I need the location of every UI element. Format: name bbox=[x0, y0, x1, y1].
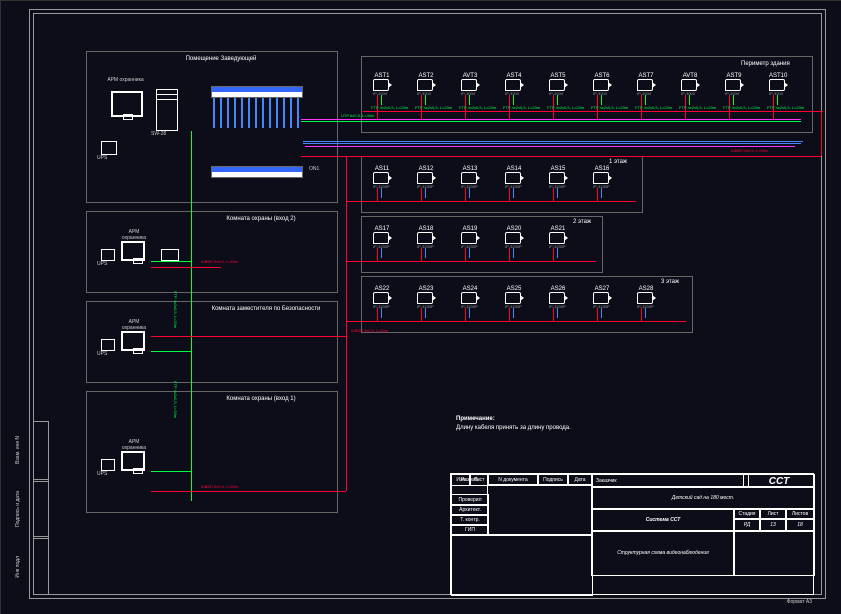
camera-AS19: AS19IP-3230P bbox=[461, 226, 479, 240]
room-floor2-title: 2 этаж bbox=[573, 219, 591, 225]
ups-label: UPS bbox=[97, 155, 107, 161]
camera-AST2: AST2IP-3200 bbox=[417, 73, 435, 87]
room-manager-title: Помещение Заведующей bbox=[161, 56, 281, 62]
sidebar-label-3: Взам. инв N bbox=[15, 436, 21, 464]
camera-AST5: AST5IP-3200 bbox=[549, 73, 567, 87]
monitor-icon bbox=[111, 91, 143, 117]
sidebar-cells bbox=[33, 421, 49, 595]
tb-company: CCT bbox=[743, 474, 815, 488]
room-floor3-title: 3 этаж bbox=[661, 279, 679, 285]
title-block: Изм Лист N документа Подпись Дата Разраб… bbox=[450, 473, 814, 595]
camera-AS11: AS11IP-3230P bbox=[373, 166, 391, 180]
switch-strip-2 bbox=[211, 166, 303, 178]
camera-AVT8: AVT8IP-3000 bbox=[681, 73, 699, 87]
cad-canvas: Инв подл Подпись и дата Взам. инв N Поме… bbox=[0, 0, 841, 614]
camera-AS12: AS12IP-3230P bbox=[417, 166, 435, 180]
ups-2 bbox=[101, 249, 115, 261]
monitor-2 bbox=[121, 241, 145, 261]
tb-drawing: Структурная схема видеонаблюдения bbox=[591, 530, 735, 576]
camera-AS15: AS15IP-3230P bbox=[549, 166, 567, 180]
camera-AST9: AST9IP-3200 bbox=[725, 73, 743, 87]
sidebar-label-2: Подпись и дата bbox=[15, 491, 21, 527]
camera-AS26: AS26IP-3230P bbox=[549, 286, 567, 300]
format-label: Формат А3 bbox=[787, 599, 812, 605]
room-guard2-title: Комната охраны (вход 2) bbox=[201, 216, 321, 222]
camera-AST1: AST1IP-3200 bbox=[373, 73, 391, 87]
camera-AS22: AS22IP-3230P bbox=[373, 286, 391, 300]
camera-AS16: AS16IP-3230P bbox=[593, 166, 611, 180]
note-text: Длину кабеля принять за длину провода. bbox=[456, 425, 656, 431]
room-floor1-title: 1 этаж bbox=[609, 159, 627, 165]
sidebar-label-1: Инв подл bbox=[15, 556, 21, 578]
camera-AS14: AS14IP-3230P bbox=[505, 166, 523, 180]
room-deputy-title: Комната заместителя по Безопасности bbox=[201, 306, 331, 312]
cable-bundle bbox=[213, 98, 299, 128]
camera-AS21: AS21IP-3230P bbox=[549, 226, 567, 240]
camera-AS18: AS18IP-3230P bbox=[417, 226, 435, 240]
monitor-4 bbox=[121, 451, 145, 471]
room-guard1-title: Комната охраны (вход 1) bbox=[201, 396, 321, 402]
green-trunk bbox=[191, 131, 192, 501]
on1-label: ON1 bbox=[309, 166, 319, 172]
tb-system: Система ССТ bbox=[591, 508, 735, 532]
note-title: Примечание: bbox=[456, 416, 495, 422]
room-manager bbox=[86, 51, 338, 203]
camera-AS27: AS27IP-3230P bbox=[593, 286, 611, 300]
camera-AS25: AS25IP-3230P bbox=[505, 286, 523, 300]
camera-AST10: AST10IP-3200 bbox=[769, 73, 787, 87]
camera-AST4: AST4IP-3200 bbox=[505, 73, 523, 87]
monitor-3 bbox=[121, 331, 145, 351]
red-main bbox=[301, 156, 821, 157]
switch-strip-1 bbox=[211, 86, 303, 98]
camera-AST7: AST7IP-3200 bbox=[637, 73, 655, 87]
camera-AS28: AS28IP-3230P bbox=[637, 286, 655, 300]
camera-AS17: AS17IP-3230P bbox=[373, 226, 391, 240]
server-icon bbox=[156, 89, 178, 131]
camera-AS24: AS24IP-3230P bbox=[461, 286, 479, 300]
room-perimeter-title: Периметр здания bbox=[741, 61, 790, 67]
camera-AS23: AS23IP-3230P bbox=[417, 286, 435, 300]
camera-AS20: AS20IP-3230P bbox=[505, 226, 523, 240]
camera-AVT3: AVT3IP-3000 bbox=[461, 73, 479, 87]
ups-icon bbox=[101, 141, 117, 155]
tb-project: Детский сад на 180 мест. bbox=[591, 486, 815, 510]
camera-AST6: AST6IP-3200 bbox=[593, 73, 611, 87]
arm-label: АРМ охранника bbox=[103, 77, 148, 83]
camera-AS13: AS13IP-3230P bbox=[461, 166, 479, 180]
